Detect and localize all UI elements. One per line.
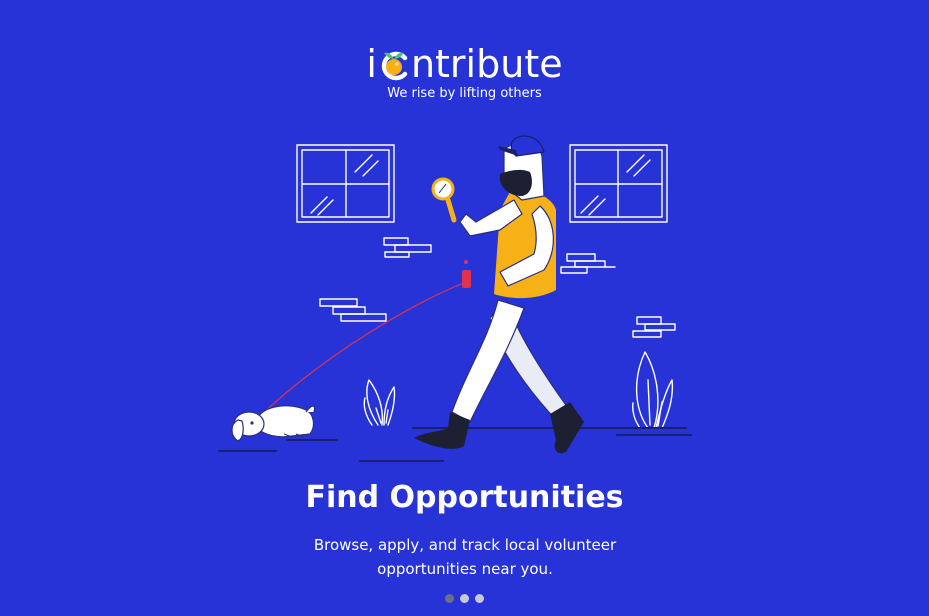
pagination-dot-3[interactable] [475,594,484,603]
slide-title: Find Opportunities [305,480,624,515]
volunteer-walking-dog-illustration [218,135,692,462]
pagination-dots [0,594,929,604]
volunteer-man-icon [414,135,584,454]
pagination-dot-2[interactable] [460,594,469,603]
magnifying-glass-icon [431,177,457,223]
plant-left-icon [363,379,396,426]
plant-right-icon [632,351,674,429]
pagination-dot-1[interactable] [445,594,454,603]
window-left-icon [296,144,395,223]
dog-icon [231,405,316,442]
slide-description: Browse, apply, and track local volunteer… [313,536,617,578]
leash-icon [259,282,465,417]
window-right-icon [569,144,668,223]
